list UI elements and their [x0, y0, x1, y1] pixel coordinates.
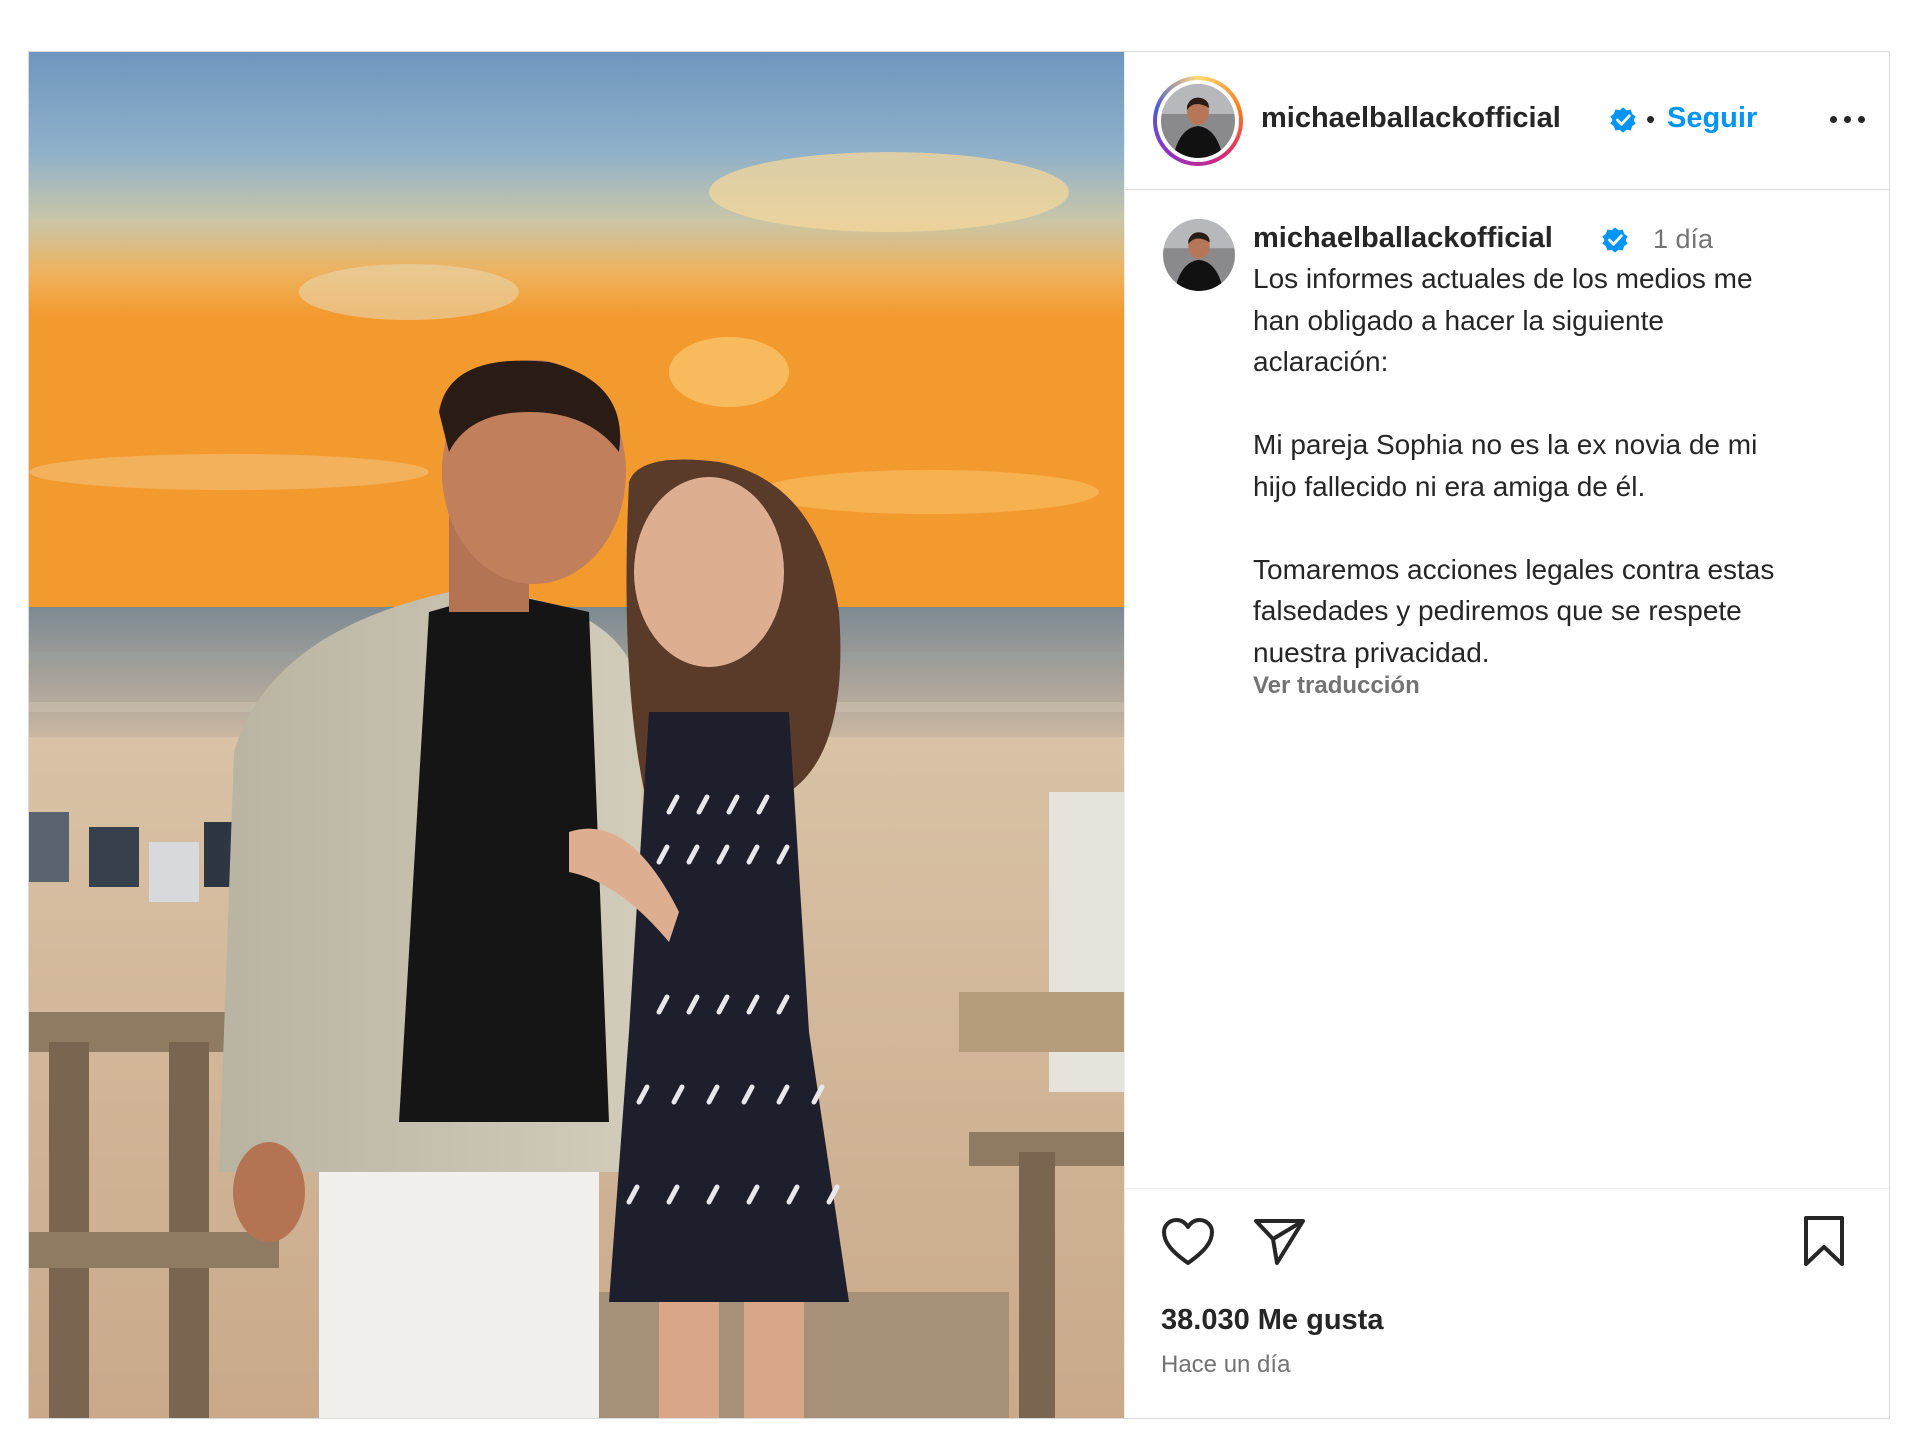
caption-verified-badge-icon	[1602, 227, 1628, 253]
posted-time[interactable]: Hace un día	[1161, 1351, 1290, 1379]
author-avatar[interactable]	[1153, 76, 1243, 166]
caption-author-avatar[interactable]	[1163, 219, 1235, 291]
instagram-post: michaelballackofficial • Seguir michaelb…	[28, 51, 1890, 1419]
follow-button[interactable]: Seguir	[1667, 102, 1757, 135]
caption-username[interactable]: michaelballackofficial	[1253, 222, 1553, 255]
send-icon[interactable]	[1253, 1217, 1307, 1267]
post-header: michaelballackofficial • Seguir	[1125, 52, 1889, 190]
post-photo[interactable]	[29, 52, 1124, 1418]
header-username[interactable]: michaelballackofficial	[1261, 102, 1561, 135]
more-options-icon[interactable]	[1830, 104, 1870, 134]
likes-count[interactable]: 38.030 Me gusta	[1161, 1304, 1383, 1337]
heart-icon[interactable]	[1161, 1217, 1215, 1267]
see-translation-link[interactable]: Ver traducción	[1253, 672, 1420, 700]
post-details-panel: michaelballackofficial • Seguir michaelb…	[1124, 52, 1889, 1418]
caption-time[interactable]: 1 día	[1653, 224, 1713, 255]
separator-dot: •	[1646, 104, 1656, 134]
caption-text: Los informes actuales de los medios me h…	[1253, 263, 1775, 668]
post-actions: 38.030 Me gusta Hace un día	[1125, 1188, 1889, 1419]
beach-sunset-photo	[29, 52, 1124, 1418]
verified-badge-icon	[1610, 107, 1636, 133]
bookmark-icon[interactable]	[1801, 1215, 1847, 1267]
avatar-image	[1161, 84, 1235, 158]
